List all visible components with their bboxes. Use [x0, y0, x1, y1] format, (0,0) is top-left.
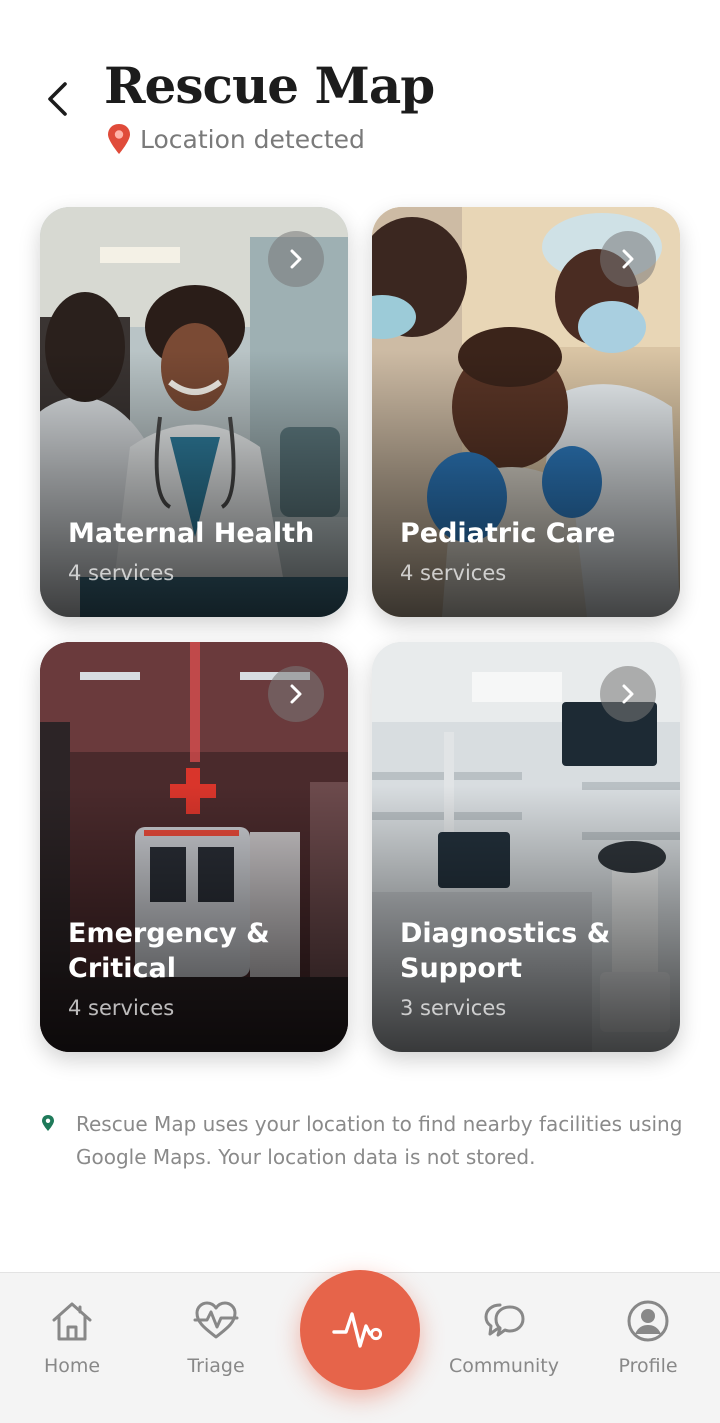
category-title: Pediatric Care [400, 518, 616, 549]
chevron-right-icon [622, 684, 634, 704]
pulse-icon [332, 1312, 383, 1348]
nav-community-label: Community [449, 1355, 559, 1377]
category-count: 4 services [400, 561, 507, 585]
user-circle-icon [627, 1300, 669, 1342]
location-notice-text: Rescue Map uses your location to find ne… [76, 1112, 683, 1169]
category-card-maternal-health[interactable]: Maternal Health 4 services [40, 207, 348, 617]
location-notice: Rescue Map uses your location to find ne… [40, 1108, 685, 1174]
chat-bubbles-icon [484, 1303, 525, 1337]
back-button[interactable] [36, 78, 78, 120]
category-count: 4 services [68, 996, 175, 1020]
category-count: 4 services [68, 561, 175, 585]
nav-profile-label: Profile [618, 1355, 678, 1377]
category-card-pediatric-care[interactable]: Pediatric Care 4 services [372, 207, 680, 617]
open-pediatric-care-button[interactable] [600, 231, 656, 287]
open-diagnostics-support-button[interactable] [600, 666, 656, 722]
emergency-pulse-button[interactable] [300, 1270, 420, 1390]
chevron-right-icon [622, 249, 634, 269]
open-maternal-health-button[interactable] [268, 231, 324, 287]
location-pin-icon [108, 124, 130, 154]
nav-triage[interactable]: Triage [176, 1297, 256, 1377]
nav-profile[interactable]: Profile [612, 1297, 684, 1377]
location-pin-icon [42, 1115, 54, 1131]
category-title: Diagnostics & Support [400, 918, 611, 984]
nav-triage-label: Triage [187, 1355, 245, 1377]
category-count: 3 services [400, 996, 507, 1020]
chevron-right-icon [290, 684, 302, 704]
category-title: Maternal Health [68, 518, 315, 549]
chevron-left-icon [48, 82, 67, 116]
page-title: Rescue Map [104, 56, 435, 115]
nav-community[interactable]: Community [440, 1297, 568, 1377]
category-card-emergency-critical[interactable]: Emergency & Critical 4 services [40, 642, 348, 1052]
chevron-right-icon [290, 249, 302, 269]
location-status-text: Location detected [140, 124, 365, 154]
nav-home-label: Home [43, 1355, 101, 1377]
open-emergency-critical-button[interactable] [268, 666, 324, 722]
nav-home[interactable]: Home [36, 1297, 108, 1377]
heartbeat-icon [193, 1301, 239, 1339]
category-title: Emergency & Critical [68, 918, 270, 984]
location-status: Location detected [104, 122, 365, 156]
category-card-diagnostics-support[interactable]: Diagnostics & Support 3 services [372, 642, 680, 1052]
home-icon [52, 1302, 92, 1341]
